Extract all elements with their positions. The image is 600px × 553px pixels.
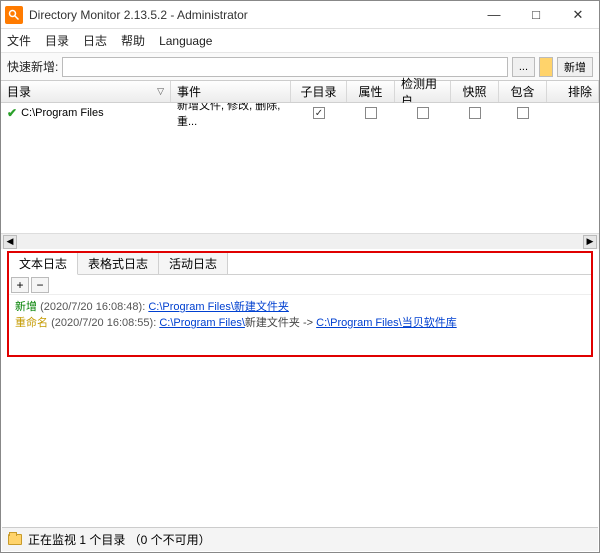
scroll-left-icon[interactable]: ◀ <box>3 235 17 249</box>
scroll-right-icon[interactable]: ▶ <box>583 235 597 249</box>
col-subdir[interactable]: 子目录 <box>291 81 347 102</box>
toolbar: 快速新增: ... 新增 <box>1 53 599 81</box>
log-link[interactable]: C:\Program Files\当贝软件库 <box>316 317 457 329</box>
table-body: ✔ C:\Program Files 新增文件, 修改, 删除, 重... <box>1 103 599 233</box>
status-ok-icon: ✔ <box>7 106 17 120</box>
check-incl[interactable] <box>517 107 529 119</box>
app-icon <box>5 6 23 24</box>
browse-button[interactable]: ... <box>512 57 535 77</box>
menu-bar: 文件 目录 日志 帮助 Language <box>1 29 599 53</box>
menu-dir[interactable]: 目录 <box>45 32 69 49</box>
log-line: 新增 (2020/7/20 16:08:48): C:\Program File… <box>15 299 585 315</box>
log-link[interactable]: C:\Program Files\新建文件夹 <box>148 301 289 313</box>
log-text: 新建文件夹 -> <box>245 317 313 329</box>
log-tag: 重命名 <box>15 317 48 329</box>
log-link[interactable]: C:\Program Files\ <box>159 317 245 329</box>
row-path: C:\Program Files <box>21 107 104 119</box>
log-line: 重命名 (2020/7/20 16:08:55): C:\Program Fil… <box>15 315 585 331</box>
quick-add-label: 快速新增: <box>7 58 58 75</box>
sort-icon: ▽ <box>157 86 164 97</box>
col-exclude[interactable]: 排除 <box>547 81 599 102</box>
folder-button[interactable] <box>539 57 553 77</box>
menu-help[interactable]: 帮助 <box>121 32 145 49</box>
col-include[interactable]: 包含 <box>499 81 547 102</box>
expand-button[interactable]: + <box>11 277 29 293</box>
tab-activity-log[interactable]: 活动日志 <box>159 253 228 274</box>
row-event: 新增文件, 修改, 删除, 重... <box>171 103 291 129</box>
h-scrollbar[interactable]: ◀ ▶ <box>1 233 599 249</box>
log-tabs: 文本日志 表格式日志 活动日志 <box>9 253 591 275</box>
check-subdir[interactable] <box>313 107 325 119</box>
title-bar: Directory Monitor 2.13.5.2 - Administrat… <box>1 1 599 29</box>
menu-language[interactable]: Language <box>159 34 212 48</box>
menu-file[interactable]: 文件 <box>7 32 31 49</box>
check-user[interactable] <box>417 107 429 119</box>
log-timestamp: (2020/7/20 16:08:48): <box>40 301 145 313</box>
window-title: Directory Monitor 2.13.5.2 - Administrat… <box>29 8 473 22</box>
check-attr[interactable] <box>365 107 377 119</box>
col-snapshot[interactable]: 快照 <box>451 81 499 102</box>
table-header: 目录▽ 事件 子目录 属性 检测用户 快照 包含 排除 <box>1 81 599 103</box>
tab-text-log[interactable]: 文本日志 <box>9 253 78 275</box>
table-row[interactable]: ✔ C:\Program Files 新增文件, 修改, 删除, 重... <box>1 103 599 123</box>
close-button[interactable]: ✕ <box>557 1 599 29</box>
add-button[interactable]: 新增 <box>557 57 593 77</box>
status-bar: 正在监视 1 个目录 （0 个不可用） <box>2 527 598 551</box>
log-tag: 新增 <box>15 301 37 313</box>
maximize-button[interactable]: □ <box>515 1 557 29</box>
status-text: 正在监视 1 个目录 （0 个不可用） <box>28 531 211 548</box>
log-body: 新增 (2020/7/20 16:08:48): C:\Program File… <box>9 295 591 355</box>
minimize-button[interactable]: — <box>473 1 515 29</box>
col-user[interactable]: 检测用户 <box>395 81 451 102</box>
folder-icon <box>8 534 22 545</box>
collapse-button[interactable]: − <box>31 277 49 293</box>
tab-table-log[interactable]: 表格式日志 <box>78 253 159 274</box>
log-panel: 文本日志 表格式日志 活动日志 + − 新增 (2020/7/20 16:08:… <box>7 251 593 357</box>
col-attr[interactable]: 属性 <box>347 81 395 102</box>
col-event[interactable]: 事件 <box>171 81 291 102</box>
log-sub-toolbar: + − <box>9 275 591 295</box>
check-snap[interactable] <box>469 107 481 119</box>
menu-log[interactable]: 日志 <box>83 32 107 49</box>
quick-add-input[interactable] <box>62 57 507 77</box>
col-directory[interactable]: 目录▽ <box>1 81 171 102</box>
log-timestamp: (2020/7/20 16:08:55): <box>51 317 156 329</box>
